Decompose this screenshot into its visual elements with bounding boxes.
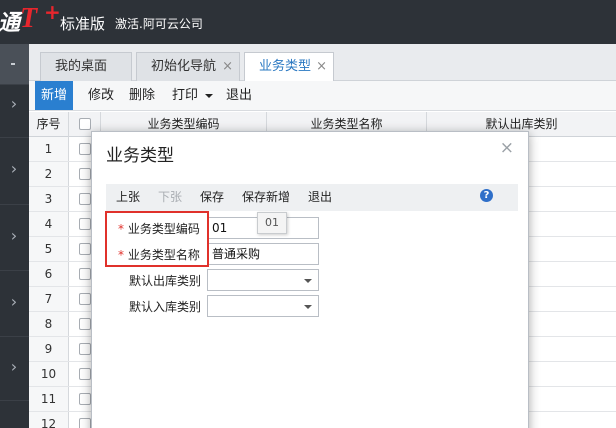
chevron-down-icon — [304, 279, 312, 283]
tab-strip: 我的桌面 初始化导航 × 业务类型 × — [29, 44, 616, 82]
row-number: 7 — [29, 287, 69, 311]
default-out-label: 默认出库类别 — [129, 274, 202, 288]
row-number: 1 — [29, 137, 69, 161]
tab-label: 我的桌面 — [55, 59, 108, 74]
print-button[interactable]: 打印 — [172, 81, 214, 110]
dash-icon — [11, 63, 15, 65]
column-header-seq: 序号 — [29, 112, 69, 137]
name-input[interactable]: 普通采购 — [207, 243, 319, 265]
default-in-select[interactable] — [207, 295, 319, 317]
default-in-label: 默认入库类别 — [129, 300, 202, 314]
row-checkbox[interactable] — [79, 418, 91, 428]
chevron-right-icon[interactable]: › — [7, 357, 21, 376]
prev-button[interactable]: 上张 — [116, 184, 140, 211]
row-checkbox[interactable] — [79, 143, 91, 155]
row-number: 6 — [29, 262, 69, 286]
company-name[interactable]: 激活.阿可云公司 — [115, 15, 203, 32]
chevron-right-icon[interactable]: › — [7, 94, 21, 113]
chevron-right-icon[interactable]: › — [7, 159, 21, 178]
print-label: 打印 — [172, 88, 199, 103]
row-number: 9 — [29, 337, 69, 361]
edition-label: 标准版 — [60, 15, 106, 33]
dialog-toolbar: 上张 下张 保存 保存新增 退出 ? — [106, 184, 518, 211]
row-number: 11 — [29, 387, 69, 411]
row-checkbox[interactable] — [79, 393, 91, 405]
top-bar: 通 T + 标准版 激活.阿可云公司 — [0, 0, 616, 44]
delete-button[interactable]: 删除 — [129, 81, 155, 110]
default-out-select[interactable] — [207, 269, 319, 291]
row-checkbox[interactable] — [79, 243, 91, 255]
row-number: 10 — [29, 362, 69, 386]
divider — [0, 137, 29, 138]
row-checkbox[interactable] — [79, 318, 91, 330]
close-icon[interactable]: × — [316, 53, 327, 81]
highlight-box — [105, 211, 209, 267]
close-icon[interactable]: × — [222, 53, 233, 81]
row-checkbox[interactable] — [79, 218, 91, 230]
row-checkbox[interactable] — [79, 193, 91, 205]
tab-init-navigation[interactable]: 初始化导航 × — [136, 52, 240, 82]
logo-t: T — [20, 3, 38, 34]
divider — [0, 400, 29, 401]
new-button[interactable]: 新增 — [35, 81, 74, 110]
tab-label: 业务类型 — [259, 59, 312, 74]
chevron-right-icon[interactable]: › — [7, 292, 21, 311]
row-checkbox[interactable] — [79, 293, 91, 305]
main-toolbar: 新增 修改 删除 打印 退出 — [29, 81, 616, 111]
divider — [0, 270, 29, 271]
dialog-title: 业务类型 — [106, 146, 174, 166]
row-number: 4 — [29, 212, 69, 236]
help-icon[interactable]: ? — [480, 189, 493, 202]
tab-business-type[interactable]: 业务类型 × — [244, 52, 334, 82]
tab-label: 初始化导航 — [151, 59, 217, 74]
tab-my-desktop[interactable]: 我的桌面 — [40, 52, 132, 82]
input-tooltip: 01 — [257, 212, 287, 234]
row-number: 8 — [29, 312, 69, 336]
chevron-right-icon[interactable]: › — [7, 226, 21, 245]
exit-button[interactable]: 退出 — [308, 184, 332, 211]
caret-down-icon — [205, 93, 214, 98]
row-number: 3 — [29, 187, 69, 211]
save-button[interactable]: 保存 — [200, 184, 224, 211]
row-number: 5 — [29, 237, 69, 261]
divider — [0, 204, 29, 205]
row-checkbox[interactable] — [79, 343, 91, 355]
divider — [0, 84, 29, 85]
row-checkbox[interactable] — [79, 168, 91, 180]
logo-text: 通 — [0, 11, 20, 36]
edit-button[interactable]: 修改 — [88, 81, 114, 110]
divider — [0, 336, 29, 337]
left-rail: › › › › › — [0, 44, 29, 428]
select-all-checkbox[interactable] — [79, 118, 91, 130]
rail-menu-item-active[interactable] — [0, 44, 29, 84]
row-checkbox[interactable] — [79, 268, 91, 280]
exit-button[interactable]: 退出 — [226, 81, 252, 110]
chevron-down-icon — [304, 305, 312, 309]
next-button[interactable]: 下张 — [158, 184, 182, 211]
row-checkbox[interactable] — [79, 368, 91, 380]
row-number: 12 — [29, 412, 69, 428]
close-icon[interactable]: × — [500, 138, 514, 158]
save-and-new-button[interactable]: 保存新增 — [242, 184, 290, 211]
row-number: 2 — [29, 162, 69, 186]
logo-plus: + — [44, 0, 61, 24]
